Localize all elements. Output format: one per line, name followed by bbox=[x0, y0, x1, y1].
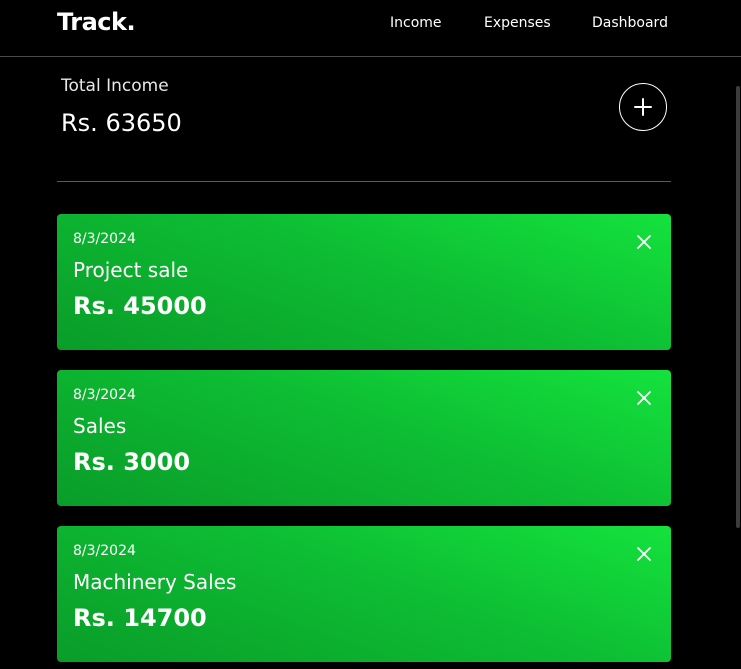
nav-link-dashboard[interactable]: Dashboard bbox=[592, 14, 668, 32]
vertical-scrollbar-thumb[interactable] bbox=[736, 86, 740, 528]
income-card: 8/3/2024 Sales Rs. 3000 bbox=[57, 370, 671, 506]
main-nav: Income Expenses Dashboard bbox=[0, 14, 741, 32]
income-page: Track. Income Expenses Dashboard Total I… bbox=[0, 0, 741, 669]
total-income-value: Rs. 63650 bbox=[61, 109, 182, 137]
income-amount: Rs. 45000 bbox=[73, 292, 207, 320]
total-income-label: Total Income bbox=[61, 76, 169, 96]
income-card: 8/3/2024 Machinery Sales Rs. 14700 bbox=[57, 526, 671, 662]
income-date: 8/3/2024 bbox=[73, 231, 136, 247]
nav-link-income[interactable]: Income bbox=[390, 14, 442, 32]
close-icon[interactable] bbox=[635, 545, 653, 563]
section-divider bbox=[57, 181, 671, 182]
plus-icon bbox=[634, 98, 652, 116]
close-icon[interactable] bbox=[635, 233, 653, 251]
income-amount: Rs. 14700 bbox=[73, 604, 207, 632]
top-navbar: Track. Income Expenses Dashboard bbox=[0, 0, 741, 57]
income-title: Sales bbox=[73, 414, 127, 438]
nav-link-expenses[interactable]: Expenses bbox=[484, 14, 551, 32]
income-title: Machinery Sales bbox=[73, 570, 237, 594]
add-income-button[interactable] bbox=[619, 83, 667, 131]
income-date: 8/3/2024 bbox=[73, 387, 136, 403]
income-date: 8/3/2024 bbox=[73, 543, 136, 559]
income-card: 8/3/2024 Project sale Rs. 45000 bbox=[57, 214, 671, 350]
income-title: Project sale bbox=[73, 258, 189, 282]
income-amount: Rs. 3000 bbox=[73, 448, 191, 476]
close-icon[interactable] bbox=[635, 389, 653, 407]
